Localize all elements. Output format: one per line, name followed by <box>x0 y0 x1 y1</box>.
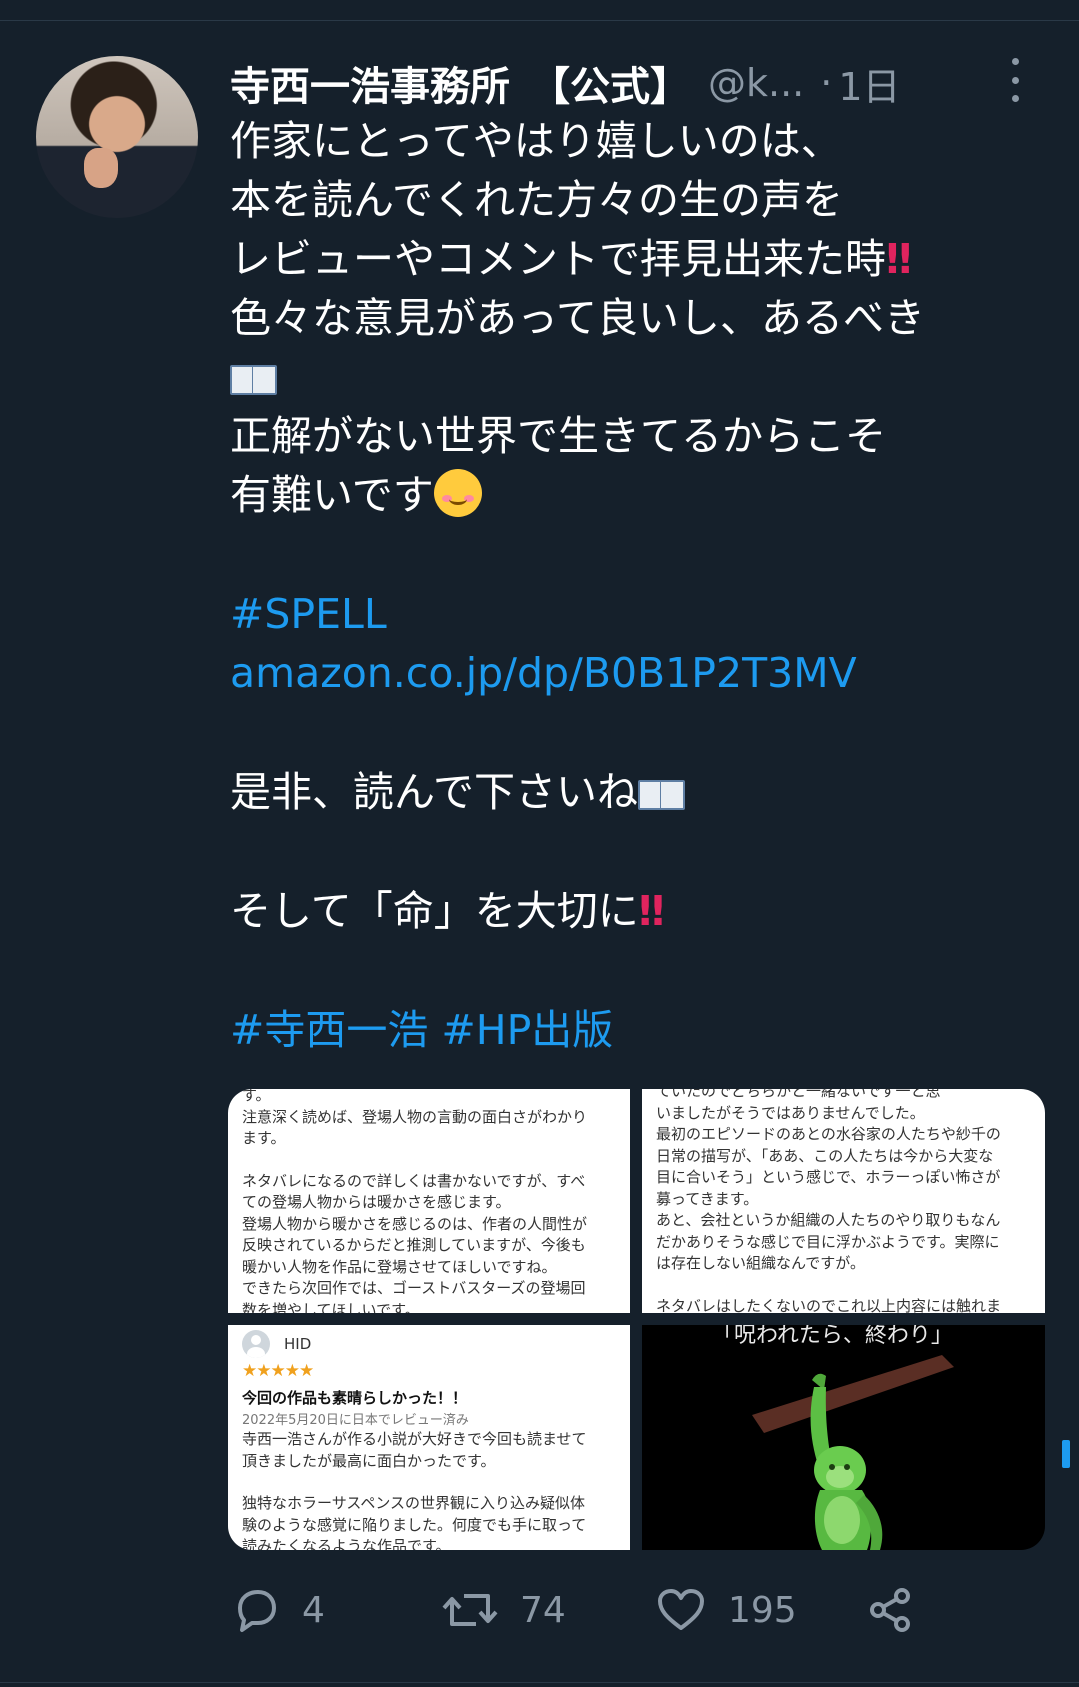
retweet-button[interactable]: 74 <box>442 1580 566 1640</box>
review-line: ての登場人物からは暖かさを感じます。 <box>242 1193 511 1211</box>
review-line: す。 <box>242 1089 271 1104</box>
review-line: ネタバレはしたくないのでこれ以上内容には触れま <box>656 1296 1002 1314</box>
review-line: 反映されているからだと推測していますが、今後も <box>242 1236 586 1254</box>
tweet-line-text: 有難いです <box>230 471 434 519</box>
review-line: できたら次回作では、ゴーストバスターズの登場回 <box>242 1279 586 1297</box>
author-avatar[interactable] <box>36 56 198 218</box>
review-title: 今回の作品も素晴らしかった！！ <box>242 1389 468 1407</box>
hashtags-bottom[interactable]: #寺西一浩 #HP出版 <box>230 1001 1030 1060</box>
top-divider <box>0 20 1079 21</box>
review-line: は存在しない組織なんですが。 <box>656 1254 865 1272</box>
double-exclamation-emoji: ‼ <box>638 887 665 935</box>
reply-button[interactable]: 4 <box>232 1580 325 1640</box>
review-line: 注意深く読めば、登場人物の言動の面白さがわかり <box>242 1107 588 1126</box>
heart-icon <box>658 1589 704 1630</box>
tweet-line: 正解がない世界で生きてるからこそ <box>230 412 886 460</box>
smiling-face-emoji <box>433 469 482 517</box>
tweet-line-text: そして「命」を大切に <box>230 887 639 935</box>
tweet-text: 作家にとってやはり嬉しいのは、 本を読んでくれた方々の生の声を レビューやコメン… <box>230 112 1030 1060</box>
like-count: 195 <box>728 1589 797 1631</box>
tweet-line: レビューやコメントで拝見出来た時‼ <box>230 230 1030 289</box>
review-line: 登場人物から暖かさを感じるのは、作者の人間性が <box>242 1214 588 1233</box>
retweet-count: 74 <box>520 1589 566 1631</box>
review-line: 数を増やしてほしいです。 <box>242 1300 420 1314</box>
amazon-link[interactable]: amazon.co.jp/dp/B0B1P2T3MV <box>230 644 1030 703</box>
tweet-line: 本を読んでくれた方々の生の声を <box>230 176 843 224</box>
review-line: ます。 <box>242 1129 286 1147</box>
author-name[interactable]: 寺西一浩事務所 【公式】 <box>230 54 690 112</box>
review-line: 日常の描写が、「ああ、この人たちは今から大変な <box>656 1146 994 1165</box>
review-line: 頂きましたが最高に面白かったです。 <box>242 1451 496 1470</box>
review-line: 寺西一浩さんが作る小説が大好きで今回も読ませて <box>242 1430 587 1448</box>
media-image-1[interactable]: す。 注意深く読めば、登場人物の言動の面白さがわかり ます。 ネタバレになるので… <box>228 1089 630 1313</box>
tweet-time[interactable]: 1日 <box>838 56 900 111</box>
tweet-line-text: レビューやコメントで拝見出来た時 <box>230 235 886 283</box>
review-line: ていたのでどちらかと一緒ないです一と思 <box>656 1089 941 1100</box>
user-icon <box>242 1330 270 1358</box>
review-line: 最初のエピソードのあとの水谷家の人たちや紗千の <box>656 1125 1001 1143</box>
review-body: 寺西一浩さんが作る小説が大好きで今回も読ませて 頂きましたが最高に面白かったです… <box>228 1429 630 1550</box>
review-line: だかありそうな感じで目に浮かぶようです。実際に <box>656 1232 1000 1251</box>
review-line: 募ってきます。 <box>656 1189 759 1208</box>
tweet-line: そして「命」を大切に‼ <box>230 882 1030 941</box>
review-line: あと、会社というか組織の人たちのやり取りもなん <box>656 1211 1001 1229</box>
share-icon <box>870 1588 910 1632</box>
tweet-line: 色々な意見があって良いし、あるべき <box>230 294 925 342</box>
tweet-header: 寺西一浩事務所 【公式】 @k... · 1日 <box>230 55 1050 111</box>
tweet-line-text: 是非、読んで下さいね <box>230 768 638 816</box>
tweet-line: 有難いです <box>230 466 1030 525</box>
retweet-icon <box>442 1594 498 1626</box>
open-book-emoji <box>230 363 277 395</box>
media-grid: す。 注意深く読めば、登場人物の言動の面白さがわかり ます。 ネタバレになるので… <box>228 1089 1045 1550</box>
reviewer-name: HID <box>284 1335 312 1353</box>
open-book-emoji <box>637 778 685 810</box>
more-vertical-icon[interactable] <box>1005 58 1025 102</box>
review-date: 2022年5月20日に日本でレビュー済み <box>242 1413 469 1428</box>
review-line: ネタバレになるので詳しくは書かないですが、すべ <box>242 1171 586 1190</box>
reply-icon <box>238 1590 276 1632</box>
avatar-hand <box>84 148 118 188</box>
media-image-4[interactable]: 「呪われたら、終わり」 <box>642 1325 1045 1550</box>
monkey-illustration <box>752 1355 954 1550</box>
tweet-line: 是非、読んで下さいね <box>230 763 1030 822</box>
review-line: 験のような感覚に陥りました。何度でも手に取って <box>242 1515 587 1534</box>
hashtag-spell[interactable]: #SPELL <box>230 585 1030 644</box>
review-text-1: す。 注意深く読めば、登場人物の言動の面白さがわかり ます。 ネタバレになるので… <box>228 1089 630 1313</box>
reply-count: 4 <box>302 1589 325 1631</box>
review-line: 目に合いそう」という感じで、ホラーっぽい怖さが <box>656 1168 1001 1186</box>
separator-dot: · <box>820 61 833 105</box>
reviewer-row: HID <box>228 1325 630 1359</box>
review-text-2: ていたのでどちらかと一緒ないです一と思 いましたがそうではありませんでした。 最… <box>642 1089 1045 1313</box>
author-handle[interactable]: @k... <box>708 61 804 105</box>
double-exclamation-emoji: ‼ <box>886 235 912 283</box>
tweet-line <box>230 348 1030 407</box>
bottom-divider <box>0 1682 1079 1683</box>
media-image-2[interactable]: ていたのでどちらかと一緒ないです一と思 いましたがそうではありませんでした。 最… <box>642 1089 1045 1313</box>
tweet-line: 作家にとってやはり嬉しいのは、 <box>230 117 842 165</box>
scrollbar-thumb[interactable] <box>1062 1440 1070 1468</box>
review-line: 読みたくなるような作品です。 <box>242 1537 451 1550</box>
share-button[interactable] <box>866 1580 936 1640</box>
media-image-3[interactable]: HID ★★★★★ 今回の作品も素晴らしかった！！ 2022年5月20日に日本で… <box>228 1325 630 1550</box>
rating-stars: ★★★★★ <box>242 1361 314 1381</box>
review-line: いましたがそうではありませんでした。 <box>656 1103 925 1122</box>
like-button[interactable]: 195 <box>656 1580 797 1640</box>
action-bar: 4 74 195 <box>232 1580 1052 1640</box>
review-line: 暖かい人物を作品に登場させてほしいですね。 <box>242 1257 557 1276</box>
review-line: 独特なホラーサスペンスの世界観に入り込み疑似体 <box>242 1494 586 1512</box>
